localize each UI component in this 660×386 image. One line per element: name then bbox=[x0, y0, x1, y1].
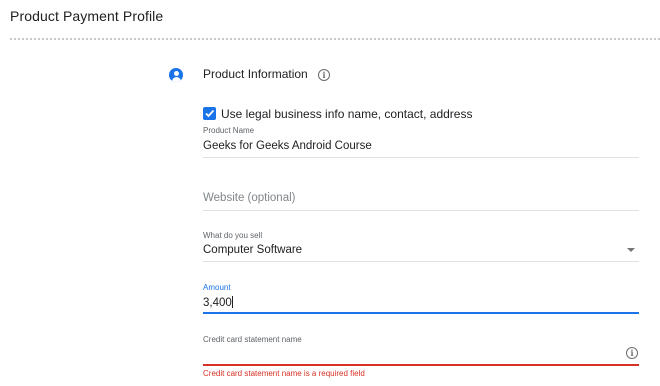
what-you-sell-label: What do you sell bbox=[203, 231, 263, 240]
info-icon[interactable]: i bbox=[318, 69, 330, 81]
legal-info-checkbox[interactable] bbox=[203, 107, 216, 120]
website-underline bbox=[203, 210, 639, 211]
account-head-shape bbox=[173, 70, 179, 76]
account-circle-icon bbox=[169, 68, 183, 82]
legal-info-checkbox-label[interactable]: Use legal business info name, contact, a… bbox=[221, 107, 472, 121]
statement-name-error: Credit card statement name is a required… bbox=[203, 369, 365, 378]
amount-underline bbox=[203, 312, 639, 314]
title-divider bbox=[10, 38, 660, 40]
what-you-sell-select[interactable]: Computer Software bbox=[203, 244, 302, 256]
dropdown-arrow-icon[interactable] bbox=[627, 248, 635, 252]
account-body-shape bbox=[171, 76, 181, 82]
what-you-sell-underline bbox=[203, 261, 639, 262]
product-name-label: Product Name bbox=[203, 126, 255, 135]
section-title: Product Information bbox=[203, 67, 308, 81]
statement-name-input[interactable] bbox=[203, 348, 613, 362]
text-cursor bbox=[232, 296, 234, 308]
amount-input[interactable]: 3,400 bbox=[203, 296, 234, 309]
field-info-icon[interactable]: i bbox=[626, 347, 638, 359]
statement-name-underline bbox=[203, 364, 639, 366]
check-icon bbox=[205, 109, 215, 118]
amount-value: 3,400 bbox=[203, 297, 232, 309]
page-title: Product Payment Profile bbox=[10, 8, 164, 24]
product-payment-profile-page: Product Payment Profile Product Informat… bbox=[0, 0, 660, 386]
amount-label: Amount bbox=[203, 283, 231, 292]
product-name-underline bbox=[203, 157, 639, 158]
website-input[interactable]: Website (optional) bbox=[203, 192, 295, 204]
statement-name-label: Credit card statement name bbox=[203, 335, 302, 344]
product-name-input[interactable]: Geeks for Geeks Android Course bbox=[203, 140, 372, 152]
